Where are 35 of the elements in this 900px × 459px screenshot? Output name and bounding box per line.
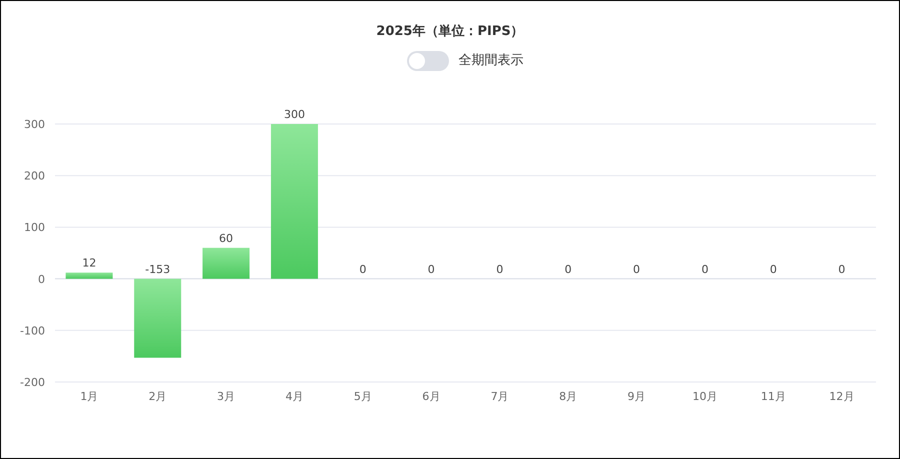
data-label: 12 xyxy=(82,256,96,270)
data-label: 0 xyxy=(496,262,504,276)
data-label: 60 xyxy=(219,231,234,244)
x-tick-label: 5月 xyxy=(354,390,372,402)
data-label: 0 xyxy=(428,262,435,276)
y-tick-label: -200 xyxy=(20,376,45,388)
x-tick-label: 3月 xyxy=(217,390,236,402)
y-tick-label: 100 xyxy=(24,220,45,234)
bar xyxy=(202,247,250,278)
y-tick-label: -100 xyxy=(20,324,45,337)
x-tick-label: 4月 xyxy=(285,390,304,402)
x-tick-label: 9月 xyxy=(628,390,646,402)
x-tick-label: 7月 xyxy=(490,390,509,402)
y-tick-label: 300 xyxy=(24,118,45,130)
data-label: 300 xyxy=(284,108,305,120)
data-label: 0 xyxy=(838,262,846,276)
toggle-label: 全期間表示 xyxy=(458,52,524,70)
data-label: 0 xyxy=(564,262,572,276)
x-tick-label: 6月 xyxy=(422,390,440,402)
data-label: 0 xyxy=(359,262,366,276)
x-tick-label: 1月 xyxy=(80,390,98,402)
data-label: 0 xyxy=(633,262,640,276)
x-tick-label: 10月 xyxy=(692,390,718,402)
x-tick-label: 12月 xyxy=(829,390,854,402)
x-tick-label: 8月 xyxy=(559,390,578,402)
data-label: 0 xyxy=(770,262,777,276)
data-label: 0 xyxy=(701,262,708,276)
bar xyxy=(66,272,113,278)
toggle-switch[interactable] xyxy=(406,50,448,70)
y-tick-label: 0 xyxy=(38,272,45,286)
x-tick-label: 2月 xyxy=(148,390,167,402)
chart-title: 2025年（単位：PIPS） xyxy=(376,23,524,41)
data-label: -153 xyxy=(145,262,170,276)
y-tick-label: 200 xyxy=(24,169,45,182)
x-tick-label: 11月 xyxy=(760,390,786,402)
